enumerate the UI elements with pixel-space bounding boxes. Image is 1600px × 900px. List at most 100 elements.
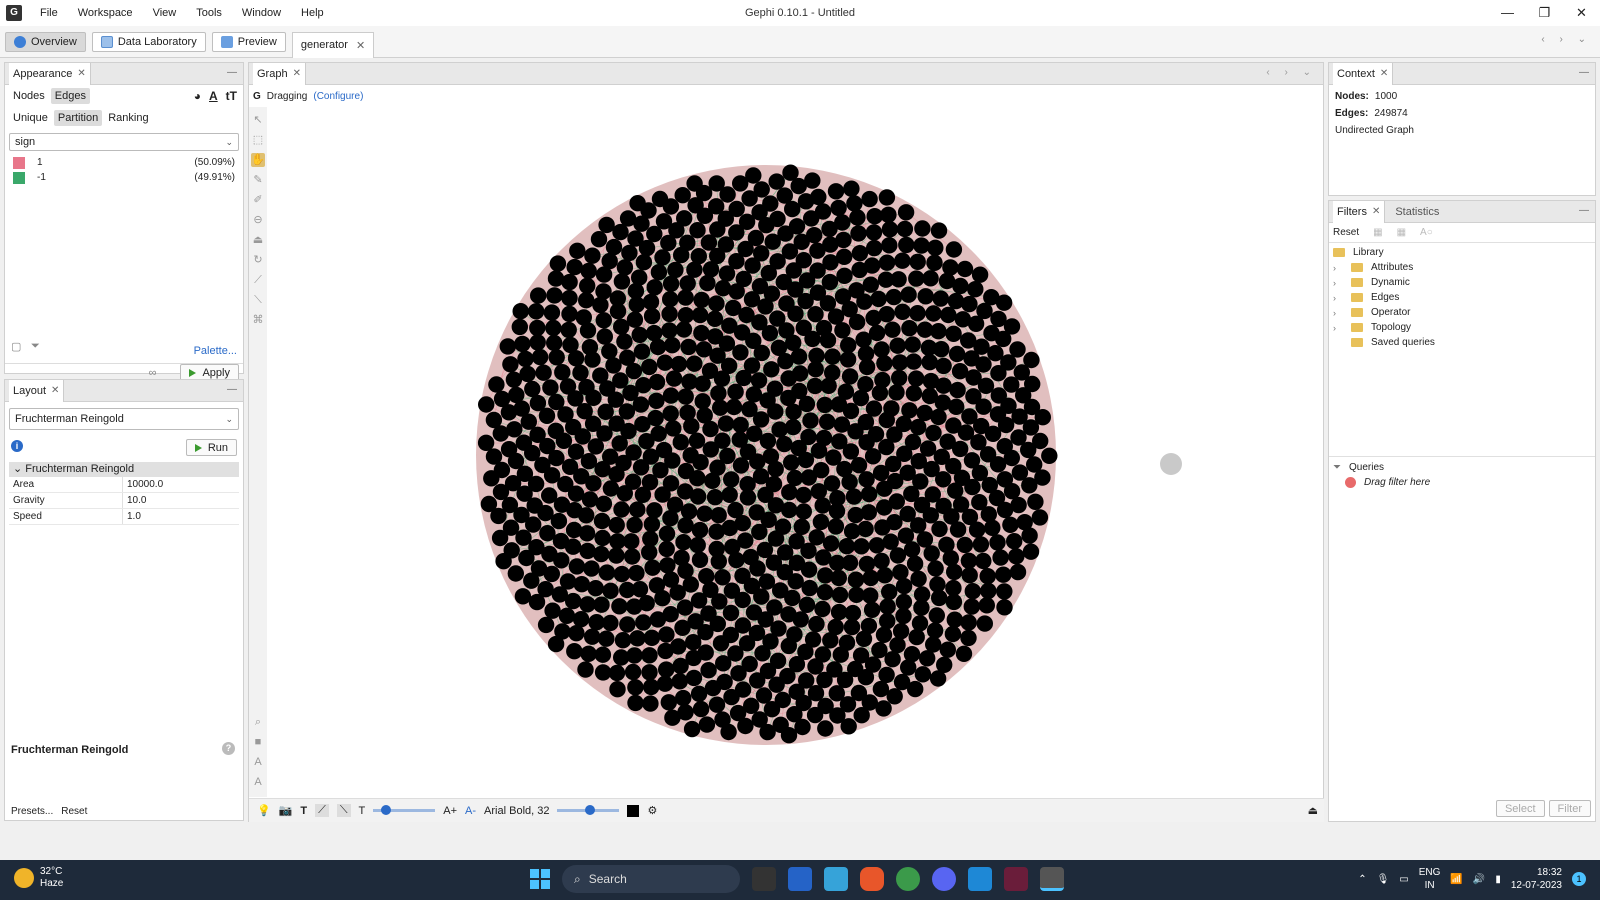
battery-icon[interactable]: ▮ [1495,874,1501,885]
mic-icon[interactable]: 🎙 [1377,874,1390,885]
close-tab-icon[interactable]: ✕ [77,63,85,85]
vscode-icon[interactable] [968,867,992,891]
save-icon[interactable]: ▦ [1373,227,1382,238]
chevron-right-icon[interactable]: › [1333,263,1343,273]
preview-button[interactable]: Preview [211,31,286,52]
brave-icon[interactable] [860,867,884,891]
data-laboratory-button[interactable]: Data Laboratory [91,31,206,52]
chevron-right-icon[interactable]: › [1333,323,1343,333]
label-size-slider[interactable] [557,805,620,815]
menu-file[interactable]: File [30,7,68,19]
partition-row[interactable]: 1 (50.09%) [5,155,243,170]
brush-icon[interactable]: ✐ [251,193,265,207]
label-color-icon[interactable]: A [251,755,265,769]
gephi-taskbar-icon[interactable] [1040,867,1064,891]
color-palette-icon[interactable]: ◕ [194,89,201,103]
tab-unique[interactable]: Unique [9,110,52,126]
tab-filters[interactable]: Filters ✕ [1333,200,1386,223]
minimize-panel-icon[interactable]: — [227,384,237,395]
tree-item-attributes[interactable]: › Attributes [1329,260,1595,275]
queries-node[interactable]: ⏷ Queries [1329,460,1595,475]
tree-item-edges[interactable]: › Edges [1329,290,1595,305]
graph-nav-icons[interactable]: ‹ › ⌄ [1266,67,1317,78]
wifi-icon[interactable]: 📶 [1450,874,1462,885]
clock[interactable]: 18:32 12-07-2023 [1511,866,1562,892]
font-smaller-icon[interactable]: A- [465,805,476,817]
tab-partition[interactable]: Partition [53,110,103,126]
photos-icon[interactable] [788,867,812,891]
tab-generator[interactable]: generator ✕ [291,31,375,58]
label-size-icon[interactable]: tT [226,89,237,103]
close-icon[interactable]: ✕ [1563,0,1600,26]
drag-hand-icon[interactable]: ✋ [251,153,265,167]
label-color-icon[interactable]: A [209,89,218,103]
layout-algorithm-select[interactable]: Fruchterman Reingold ⌄ [9,408,239,430]
weather-widget[interactable]: 32°C Haze [14,866,63,890]
heat-icon[interactable]: ⏏ [251,233,265,247]
edges-toggle[interactable]: Edges [50,88,90,104]
property-row[interactable]: Speed 1.0 [9,509,239,525]
chevron-right-icon[interactable]: › [1333,308,1343,318]
color-swatch[interactable] [13,171,25,184]
label-font-icon[interactable]: A [251,775,265,789]
nodes-toggle[interactable]: Nodes [9,88,49,104]
language-indicator[interactable]: ENG IN [1419,866,1441,892]
notification-badge[interactable]: 1 [1572,872,1586,886]
menu-tools[interactable]: Tools [186,7,232,19]
tree-item-dynamic[interactable]: › Dynamic [1329,275,1595,290]
tab-appearance[interactable]: Appearance ✕ [9,62,91,85]
filter-icon[interactable]: ⏷ [31,340,43,352]
export-icon[interactable]: ▦ [1397,227,1406,238]
partition-row[interactable]: -1 (49.91%) [5,170,243,185]
close-tab-icon[interactable]: ✕ [51,380,59,402]
close-tab-icon[interactable]: ✕ [1380,63,1388,85]
tree-item-topology[interactable]: › Topology [1329,320,1595,335]
close-tab-icon[interactable]: ✕ [1372,201,1380,223]
doc-icon[interactable]: ▢ [11,340,23,353]
edge-color-icon[interactable]: ⟍ [336,804,351,817]
label-toggle-icon[interactable]: T [359,805,366,817]
edge-weight-slider[interactable] [373,805,436,815]
paint-icon[interactable]: ✎ [251,173,265,187]
tab-graph[interactable]: Graph ✕ [253,62,306,85]
minimize-panel-icon[interactable]: — [1579,205,1589,216]
edge-pencil-icon[interactable]: ⟋ [251,273,265,287]
tab-context[interactable]: Context ✕ [1333,62,1394,85]
filter-button[interactable]: Filter [1548,800,1591,817]
chevron-up-icon[interactable]: ⌃ [1358,874,1366,885]
tab-statistics[interactable]: Statistics [1391,201,1443,223]
taskbar-search[interactable]: ⌕ Search [562,865,740,893]
menu-help[interactable]: Help [291,7,334,19]
epic-games-icon[interactable] [752,867,776,891]
volume-icon[interactable]: 🔊 [1473,874,1485,885]
edge-toggle-icon[interactable]: ⟋ [315,804,329,817]
properties-section-header[interactable]: ⌄ Fruchterman Reingold [9,462,239,477]
tab-ranking[interactable]: Ranking [104,110,152,126]
windows-start-icon[interactable] [530,869,550,889]
font-bigger-icon[interactable]: A+ [443,805,457,817]
attribute-select[interactable]: sign ⌄ [9,133,239,151]
font-label[interactable]: Arial Bold, 32 [484,805,549,817]
menu-window[interactable]: Window [232,7,291,19]
minimize-panel-icon[interactable]: — [227,67,237,78]
chevron-right-icon[interactable]: › [1333,278,1343,288]
info-icon[interactable]: i [11,440,23,452]
help-icon[interactable]: ? [222,742,235,755]
run-button[interactable]: Run [185,439,237,456]
tab-layout[interactable]: Layout ✕ [9,379,65,402]
reset-link[interactable]: Reset [61,806,87,817]
chrome-icon[interactable] [896,867,920,891]
library-node[interactable]: Library [1329,245,1595,260]
chevron-right-icon[interactable]: › [1333,293,1343,303]
bulb-icon[interactable]: 💡 [257,804,271,817]
configure-link[interactable]: (Configure) [313,91,363,102]
rotate-icon[interactable]: ↻ [251,253,265,267]
text-icon[interactable]: T [300,805,307,817]
shortest-path-icon[interactable]: ⌘ [251,313,265,327]
close-tab-icon[interactable]: ✕ [356,39,365,52]
menu-workspace[interactable]: Workspace [68,7,143,19]
select-button[interactable]: Select [1495,800,1545,817]
graph-canvas[interactable] [269,107,1323,797]
app-icon[interactable] [1004,867,1028,891]
desktop-icon[interactable] [824,867,848,891]
